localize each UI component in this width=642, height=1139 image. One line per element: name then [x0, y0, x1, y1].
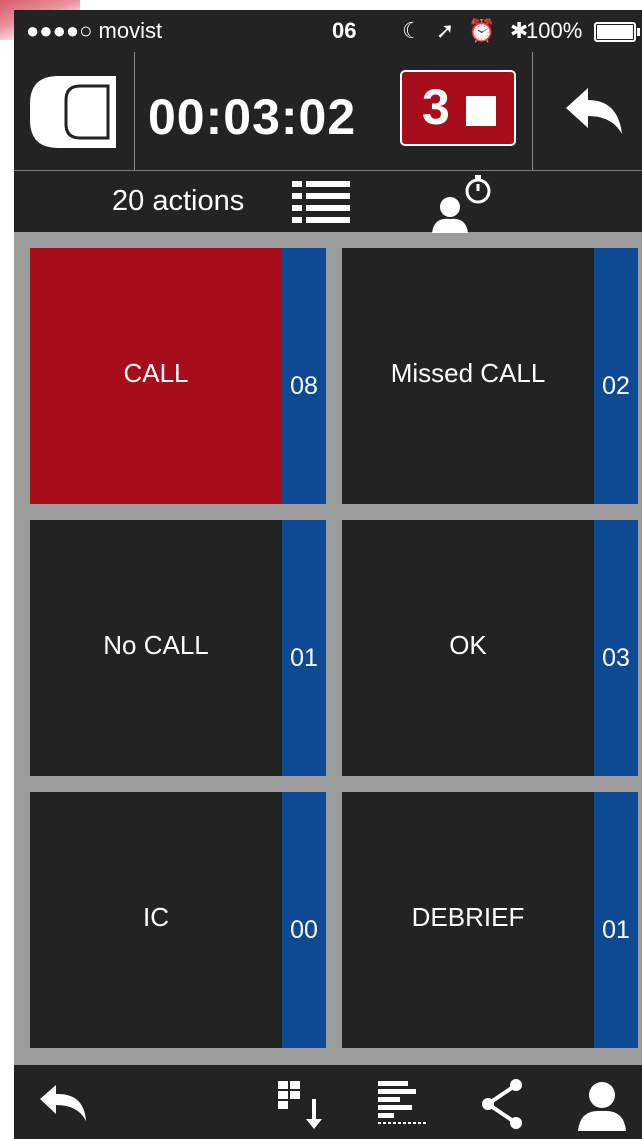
tile-counter: 08: [282, 248, 326, 504]
tile-label: Missed CALL: [390, 358, 546, 388]
tile-label: OK: [449, 630, 487, 660]
action-tile-missed-call[interactable]: Missed CALL 02: [342, 248, 638, 504]
app-screen: ●●●●○ movist 06 ☾ ➚ ⏰ ✱ 100% 00:03:02 3 …: [14, 10, 642, 1139]
tile-count: 01: [290, 644, 318, 672]
tile-counter: 01: [282, 520, 326, 776]
bar-list-icon[interactable]: [374, 1077, 430, 1131]
tile-count: 02: [602, 372, 630, 400]
list-icon[interactable]: [292, 179, 352, 225]
tile-counter: 02: [594, 248, 638, 504]
tile-counter: 01: [594, 792, 638, 1048]
tile-label: No CALL: [103, 630, 209, 660]
tile-label: CALL: [123, 358, 189, 388]
back-arrow-icon[interactable]: [562, 86, 626, 138]
tile-count: 03: [602, 644, 630, 672]
app-logo-icon[interactable]: [28, 74, 118, 150]
tile-label: IC: [143, 902, 169, 932]
header-divider: [134, 52, 135, 170]
header-divider: [532, 52, 533, 170]
action-tile-call[interactable]: CALL 08: [30, 248, 326, 504]
status-time: 06: [332, 18, 357, 43]
battery-percent: 100%: [526, 18, 583, 43]
battery-icon: [594, 22, 640, 42]
stop-button[interactable]: 3: [400, 70, 516, 146]
stop-square-icon: [466, 96, 496, 126]
action-tile-ic[interactable]: IC 00: [30, 792, 326, 1048]
header: 00:03:02 3: [14, 52, 642, 170]
tile-count: 08: [290, 372, 318, 400]
tile-counter: 03: [594, 520, 638, 776]
status-bar: ●●●●○ movist 06 ☾ ➚ ⏰ ✱ 100%: [14, 10, 642, 52]
tile-count: 01: [602, 916, 630, 944]
toolbar: 20 actions: [14, 170, 642, 233]
action-tile-no-call[interactable]: No CALL 01: [30, 520, 326, 776]
undo-icon[interactable]: [34, 1077, 90, 1131]
tile-label: DEBRIEF: [411, 902, 525, 932]
user-icon[interactable]: [574, 1077, 630, 1131]
grid-sort-icon[interactable]: [274, 1077, 330, 1131]
tile-counter: 00: [282, 792, 326, 1048]
actions-count-label: 20 actions: [112, 185, 245, 217]
action-tile-ok[interactable]: OK 03: [342, 520, 638, 776]
status-icons: ☾ ➚ ⏰ ✱: [402, 18, 533, 43]
user-stopwatch-icon[interactable]: [426, 173, 496, 233]
stop-count: 3: [422, 79, 450, 135]
action-tile-debrief[interactable]: DEBRIEF 01: [342, 792, 638, 1048]
tile-count: 00: [290, 916, 318, 944]
share-icon[interactable]: [476, 1077, 532, 1131]
carrier-signal: ●●●●○ movist: [26, 18, 163, 43]
elapsed-timer: 00:03:02: [148, 89, 357, 145]
bottom-bar: [14, 1065, 642, 1139]
